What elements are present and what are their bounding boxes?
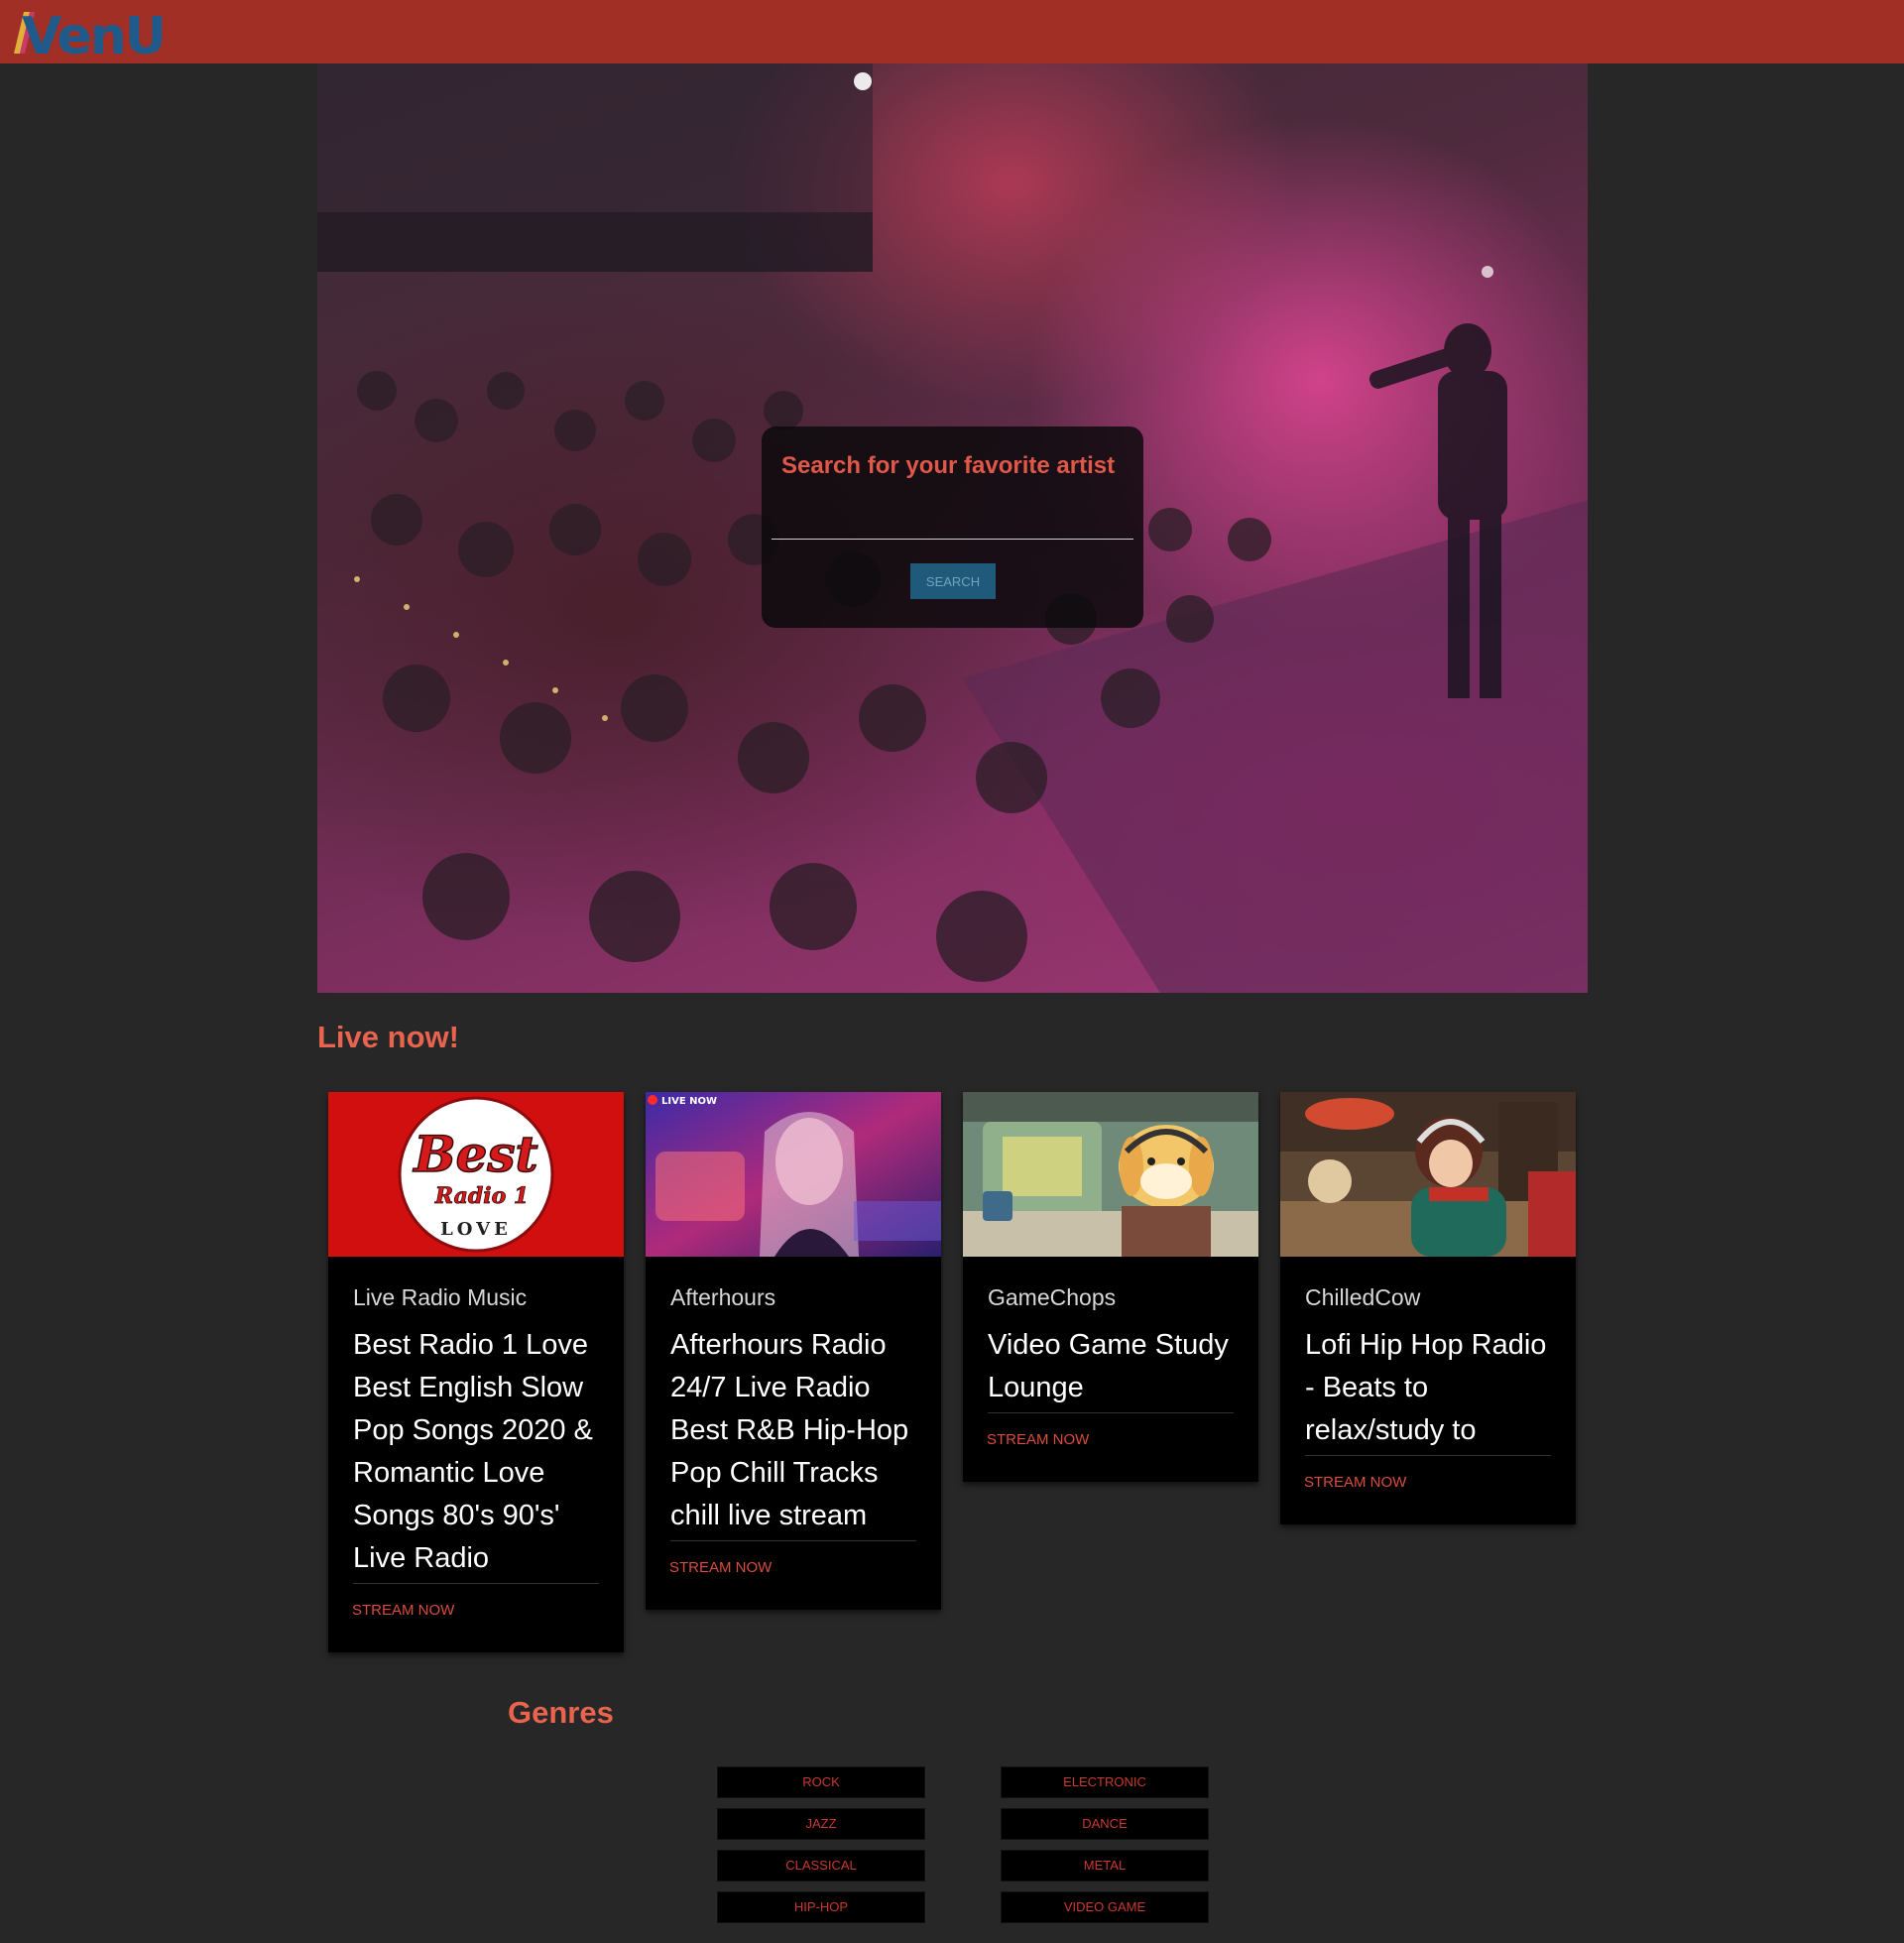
svg-text:LOVE: LOVE bbox=[440, 1219, 512, 1240]
hero-banner: Search for your favorite artist Search bbox=[317, 63, 1588, 993]
svg-text:LIVE NOW: LIVE NOW bbox=[661, 1096, 717, 1107]
stream-thumbnail[interactable]: LIVE NOW bbox=[646, 1092, 941, 1257]
svg-text:Radio 1: Radio 1 bbox=[434, 1183, 529, 1209]
genre-metal-button[interactable]: Metal bbox=[1001, 1850, 1209, 1882]
genres-heading: Genres bbox=[508, 1695, 614, 1730]
stream-card[interactable]: Best Radio 1 LOVE Live Radio Music Best … bbox=[328, 1092, 624, 1652]
stream-channel: ChilledCow bbox=[1305, 1284, 1421, 1310]
stream-channel: GameChops bbox=[988, 1284, 1117, 1310]
stream-now-link[interactable]: Stream Now bbox=[1280, 1456, 1576, 1524]
stream-title: Afterhours Radio 24/7 Live Radio Best R&… bbox=[670, 1324, 916, 1541]
stream-now-link[interactable]: Stream Now bbox=[646, 1541, 941, 1610]
stream-now-link[interactable]: Stream Now bbox=[963, 1413, 1258, 1482]
genre-classical-button[interactable]: Classical bbox=[717, 1850, 925, 1882]
stream-channel: Live Radio Music bbox=[353, 1284, 528, 1310]
venu-logo[interactable]: VenU bbox=[8, 2, 177, 61]
svg-text:Best: Best bbox=[412, 1125, 537, 1183]
artist-search-input[interactable] bbox=[772, 510, 1133, 540]
genre-electronic-button[interactable]: Electronic bbox=[1001, 1766, 1209, 1798]
stream-card[interactable]: ChilledCow Lofi Hip Hop Radio - Beats to… bbox=[1280, 1092, 1576, 1524]
search-label: Search for your favorite artist bbox=[781, 452, 1116, 479]
stream-thumbnail[interactable] bbox=[963, 1092, 1258, 1257]
genre-dance-button[interactable]: Dance bbox=[1001, 1808, 1209, 1840]
stream-title: Lofi Hip Hop Radio - Beats to relax/stud… bbox=[1305, 1324, 1551, 1456]
stream-title: Video Game Study Lounge bbox=[988, 1324, 1234, 1413]
live-now-heading: Live now! bbox=[317, 1020, 459, 1054]
stream-title: Best Radio 1 Love Best English Slow Pop … bbox=[353, 1324, 599, 1584]
stream-now-link[interactable]: Stream Now bbox=[328, 1584, 624, 1652]
stream-card[interactable]: LIVE NOW Afterhours Afterhours Radio 24/… bbox=[646, 1092, 941, 1610]
stream-thumbnail[interactable]: Best Radio 1 LOVE bbox=[328, 1092, 624, 1257]
stream-channel: Afterhours bbox=[670, 1284, 776, 1310]
top-bar: VenU bbox=[0, 0, 1904, 63]
search-panel: Search for your favorite artist Search bbox=[762, 426, 1143, 628]
genre-videogame-button[interactable]: Video Game bbox=[1001, 1891, 1209, 1923]
genre-hiphop-button[interactable]: Hip-Hop bbox=[717, 1891, 925, 1923]
search-button[interactable]: Search bbox=[910, 563, 996, 599]
genre-jazz-button[interactable]: Jazz bbox=[717, 1808, 925, 1840]
genre-rock-button[interactable]: Rock bbox=[717, 1766, 925, 1798]
svg-text:VenU: VenU bbox=[22, 7, 165, 61]
stream-card[interactable]: GameChops Video Game Study Lounge Stream… bbox=[963, 1092, 1258, 1482]
stream-thumbnail[interactable] bbox=[1280, 1092, 1576, 1257]
